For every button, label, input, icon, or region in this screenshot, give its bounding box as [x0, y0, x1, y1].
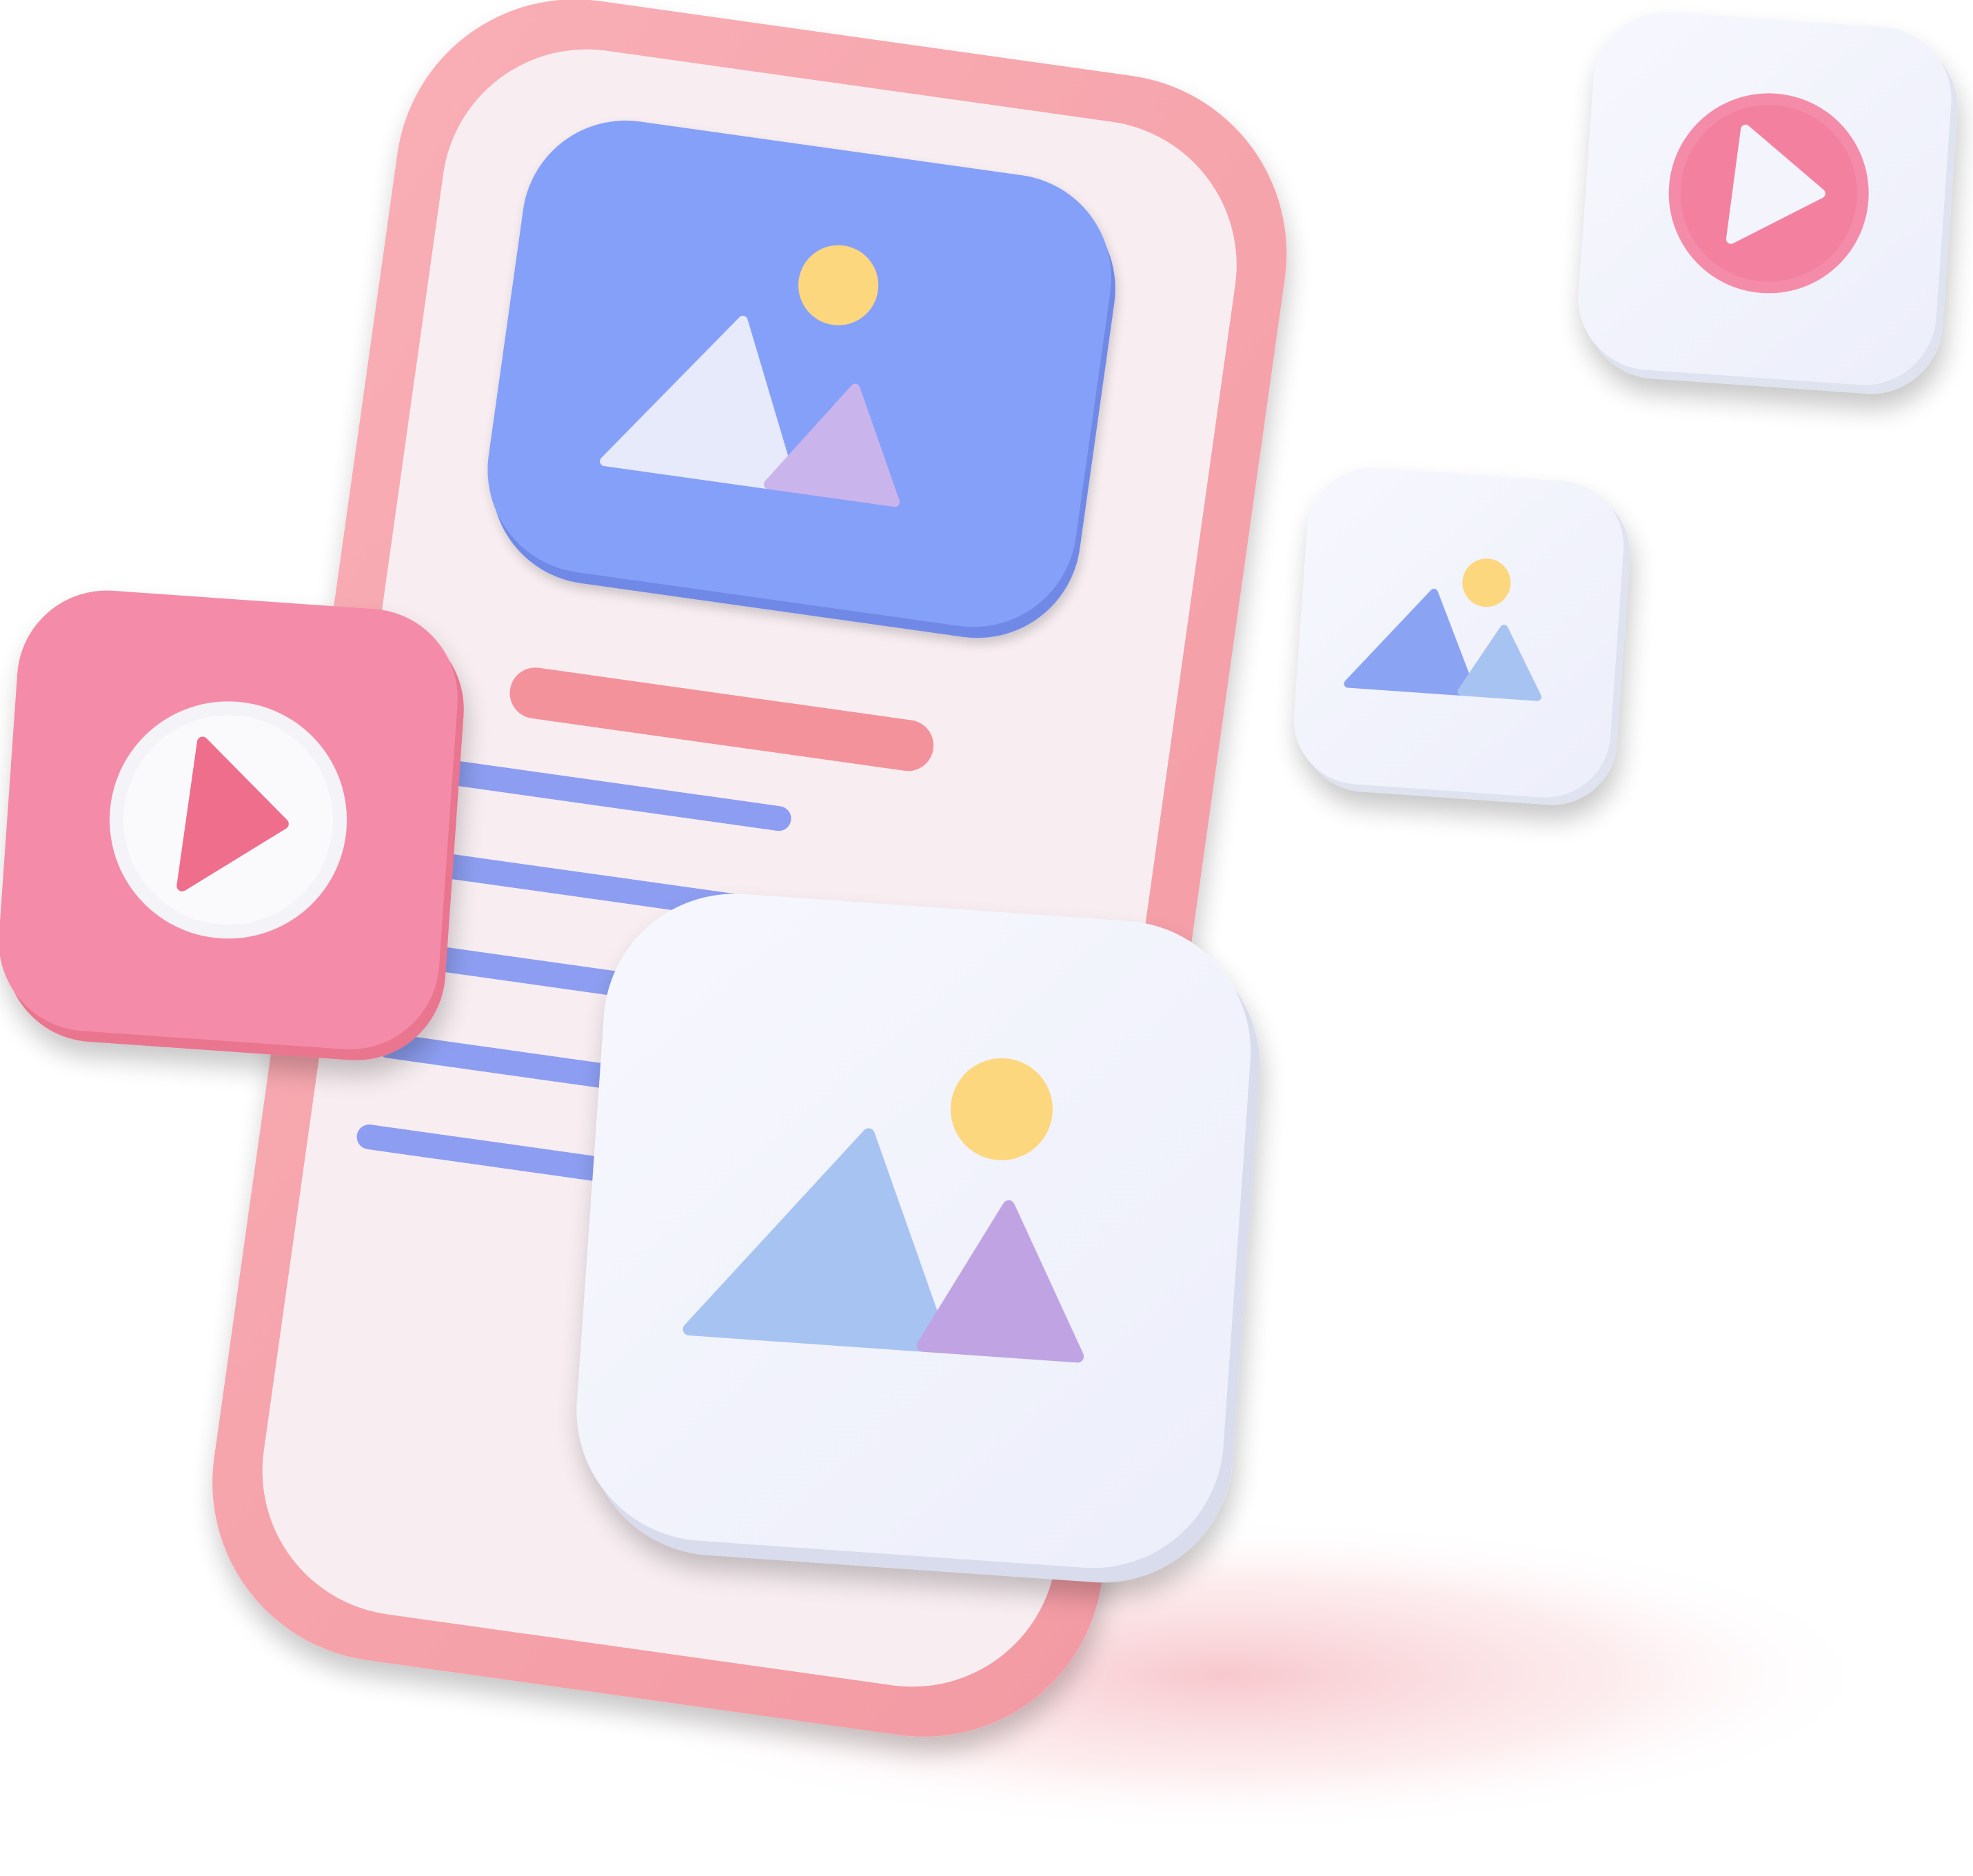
phone-media-illustration: [0, 0, 1958, 1834]
play-tile: [0, 590, 464, 1060]
play-card: [1578, 12, 1958, 394]
image-card-large: [576, 894, 1260, 1583]
image-card-small: [1294, 467, 1630, 805]
hero-image-card: [487, 120, 1115, 638]
